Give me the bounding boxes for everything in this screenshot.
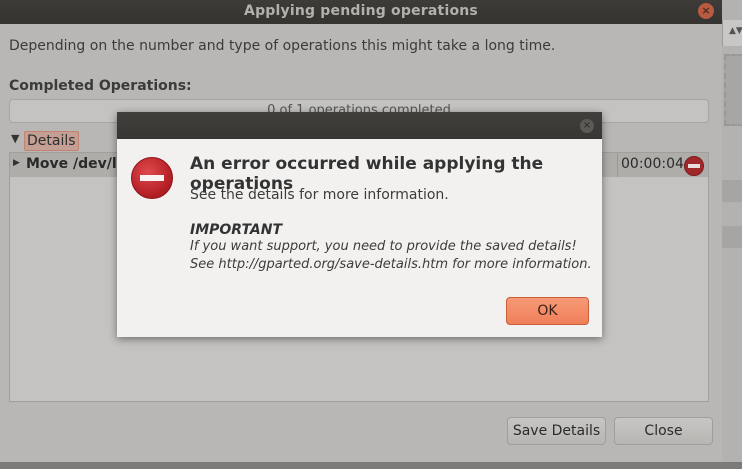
dialog-titlebar: × xyxy=(117,112,602,139)
error-icon xyxy=(684,156,704,176)
save-details-button[interactable]: Save Details xyxy=(507,417,606,445)
completed-operations-label: Completed Operations: xyxy=(9,78,192,94)
background-list-row xyxy=(722,180,742,202)
important-link-text: See http://gparted.org/save-details.htm … xyxy=(190,257,592,272)
background-partition-block xyxy=(724,54,742,126)
dialog-subtext: See the details for more information. xyxy=(190,187,449,203)
background-spin-button: ▲▼ xyxy=(722,20,742,46)
details-expander[interactable]: Details xyxy=(24,131,79,151)
background-list-row xyxy=(722,226,742,248)
operation-name: Move /dev/lo xyxy=(26,156,127,172)
screen-bottom-edge xyxy=(0,462,742,469)
important-support-text: If you want support, you need to provide… xyxy=(190,239,577,254)
error-icon xyxy=(131,157,173,199)
window-title: Applying pending operations xyxy=(244,3,478,19)
chevron-updown-icon: ▲▼ xyxy=(729,26,742,36)
window-titlebar: Applying pending operations × xyxy=(0,0,722,24)
ok-button[interactable]: OK xyxy=(506,297,589,325)
close-button[interactable]: Close xyxy=(614,417,713,445)
close-dialog-icon[interactable]: × xyxy=(580,119,594,133)
close-window-icon[interactable]: × xyxy=(698,3,714,19)
triangle-right-icon[interactable]: ▶ xyxy=(13,158,20,168)
error-dialog: × An error occurred while applying the o… xyxy=(117,112,602,337)
triangle-down-icon[interactable]: ▼ xyxy=(11,132,19,145)
window-description: Depending on the number and type of oper… xyxy=(9,38,556,54)
important-label: IMPORTANT xyxy=(190,222,283,238)
operation-elapsed-time: 00:00:04 xyxy=(621,156,684,172)
